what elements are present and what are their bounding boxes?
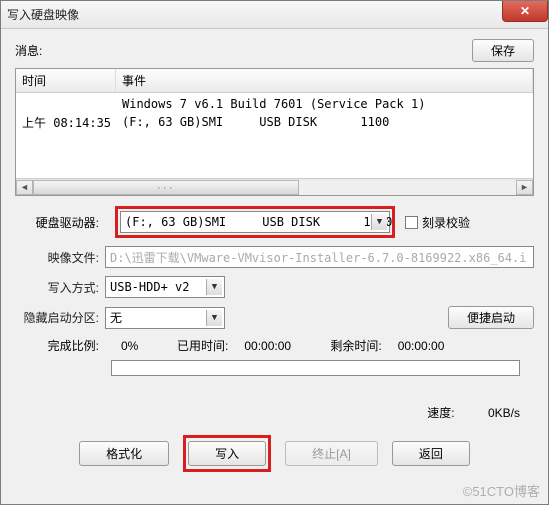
remain-value: 00:00:00 <box>398 339 445 353</box>
image-label: 映像文件: <box>15 249 105 266</box>
portable-boot-button[interactable]: 便捷启动 <box>448 306 534 329</box>
scroll-left-icon[interactable]: ◄ <box>16 180 33 195</box>
watermark: ©51CTO博客 <box>463 481 540 500</box>
drive-row: 硬盘驱动器: (F:, 63 GB)SMI USB DISK 1100 ▼ 刻录… <box>15 206 534 238</box>
h-scrollbar[interactable]: ◄ ··· ► <box>16 178 533 195</box>
hidden-row: 隐藏启动分区: 无 ▼ 便捷启动 <box>15 306 534 329</box>
hidden-value: 无 <box>110 309 122 326</box>
drive-select[interactable]: (F:, 63 GB)SMI USB DISK 1100 ▼ <box>120 211 390 233</box>
hidden-select[interactable]: 无 ▼ <box>105 307 225 329</box>
log-header: 时间 事件 <box>16 69 533 93</box>
button-bar: 格式化 写入 终止[A] 返回 <box>15 435 534 472</box>
drive-highlight: (F:, 63 GB)SMI USB DISK 1100 ▼ <box>115 206 395 238</box>
scroll-track[interactable]: ··· <box>33 180 516 195</box>
chevron-down-icon[interactable]: ▼ <box>206 310 222 326</box>
checkbox-icon <box>405 216 418 229</box>
titlebar: 写入硬盘映像 ✕ <box>1 1 548 29</box>
back-button[interactable]: 返回 <box>392 441 470 466</box>
log-event: (F:, 63 GB)SMI USB DISK 1100 <box>122 115 533 129</box>
writemode-row: 写入方式: USB-HDD+ v2 ▼ <box>15 276 534 298</box>
image-row: 映像文件: D:\迅雷下载\VMware-VMvisor-Installer-6… <box>15 246 534 268</box>
message-label: 消息: <box>15 42 42 59</box>
speed-label: 速度: <box>427 406 454 420</box>
writemode-label: 写入方式: <box>15 279 105 296</box>
speed-row: 速度: 0KB/s <box>15 404 534 421</box>
progress-percent: 0% <box>121 339 161 353</box>
elapsed-label: 已用时间: <box>177 337 228 354</box>
col-event[interactable]: 事件 <box>116 69 533 92</box>
drive-label: 硬盘驱动器: <box>15 214 105 231</box>
chevron-down-icon[interactable]: ▼ <box>206 279 222 295</box>
log-listbox: 时间 事件 Windows 7 v6.1 Build 7601 (Service… <box>15 68 534 196</box>
close-icon: ✕ <box>520 4 530 18</box>
save-button[interactable]: 保存 <box>472 39 534 62</box>
progress-label: 完成比例: <box>15 337 105 354</box>
log-body: Windows 7 v6.1 Build 7601 (Service Pack … <box>16 93 533 133</box>
writemode-value: USB-HDD+ v2 <box>110 280 189 294</box>
progress-row: 完成比例: 0% 已用时间: 00:00:00 剩余时间: 00:00:00 <box>15 337 534 354</box>
col-time[interactable]: 时间 <box>16 69 116 92</box>
writemode-select[interactable]: USB-HDD+ v2 ▼ <box>105 276 225 298</box>
message-row: 消息: 保存 <box>15 39 534 62</box>
write-button[interactable]: 写入 <box>188 441 266 466</box>
list-item[interactable]: Windows 7 v6.1 Build 7601 (Service Pack … <box>16 95 533 113</box>
log-time: 上午 08:14:35 <box>16 114 122 131</box>
elapsed-value: 00:00:00 <box>244 339 314 353</box>
abort-button: 终止[A] <box>285 441 378 466</box>
log-event: Windows 7 v6.1 Build 7601 (Service Pack … <box>122 97 533 111</box>
remain-label: 剩余时间: <box>330 337 381 354</box>
format-button[interactable]: 格式化 <box>79 441 169 466</box>
progress-bar <box>111 360 520 376</box>
verify-checkbox[interactable]: 刻录校验 <box>405 214 470 231</box>
chevron-down-icon[interactable]: ▼ <box>371 214 387 230</box>
list-item[interactable]: 上午 08:14:35 (F:, 63 GB)SMI USB DISK 1100 <box>16 113 533 131</box>
scroll-right-icon[interactable]: ► <box>516 180 533 195</box>
close-button[interactable]: ✕ <box>502 0 548 22</box>
verify-label: 刻录校验 <box>422 214 470 231</box>
hidden-label: 隐藏启动分区: <box>15 309 105 326</box>
image-path-field[interactable]: D:\迅雷下载\VMware-VMvisor-Installer-6.7.0-8… <box>105 246 534 268</box>
content-area: 消息: 保存 时间 事件 Windows 7 v6.1 Build 7601 (… <box>1 29 548 482</box>
write-highlight: 写入 <box>183 435 271 472</box>
dialog-window: 写入硬盘映像 ✕ 消息: 保存 时间 事件 Windows 7 v6.1 Bui… <box>0 0 549 505</box>
drive-value: (F:, 63 GB)SMI USB DISK 1100 <box>125 215 392 229</box>
image-path: D:\迅雷下载\VMware-VMvisor-Installer-6.7.0-8… <box>110 249 526 266</box>
window-title: 写入硬盘映像 <box>7 6 79 23</box>
scroll-thumb[interactable]: ··· <box>33 180 299 195</box>
speed-value: 0KB/s <box>488 406 520 420</box>
